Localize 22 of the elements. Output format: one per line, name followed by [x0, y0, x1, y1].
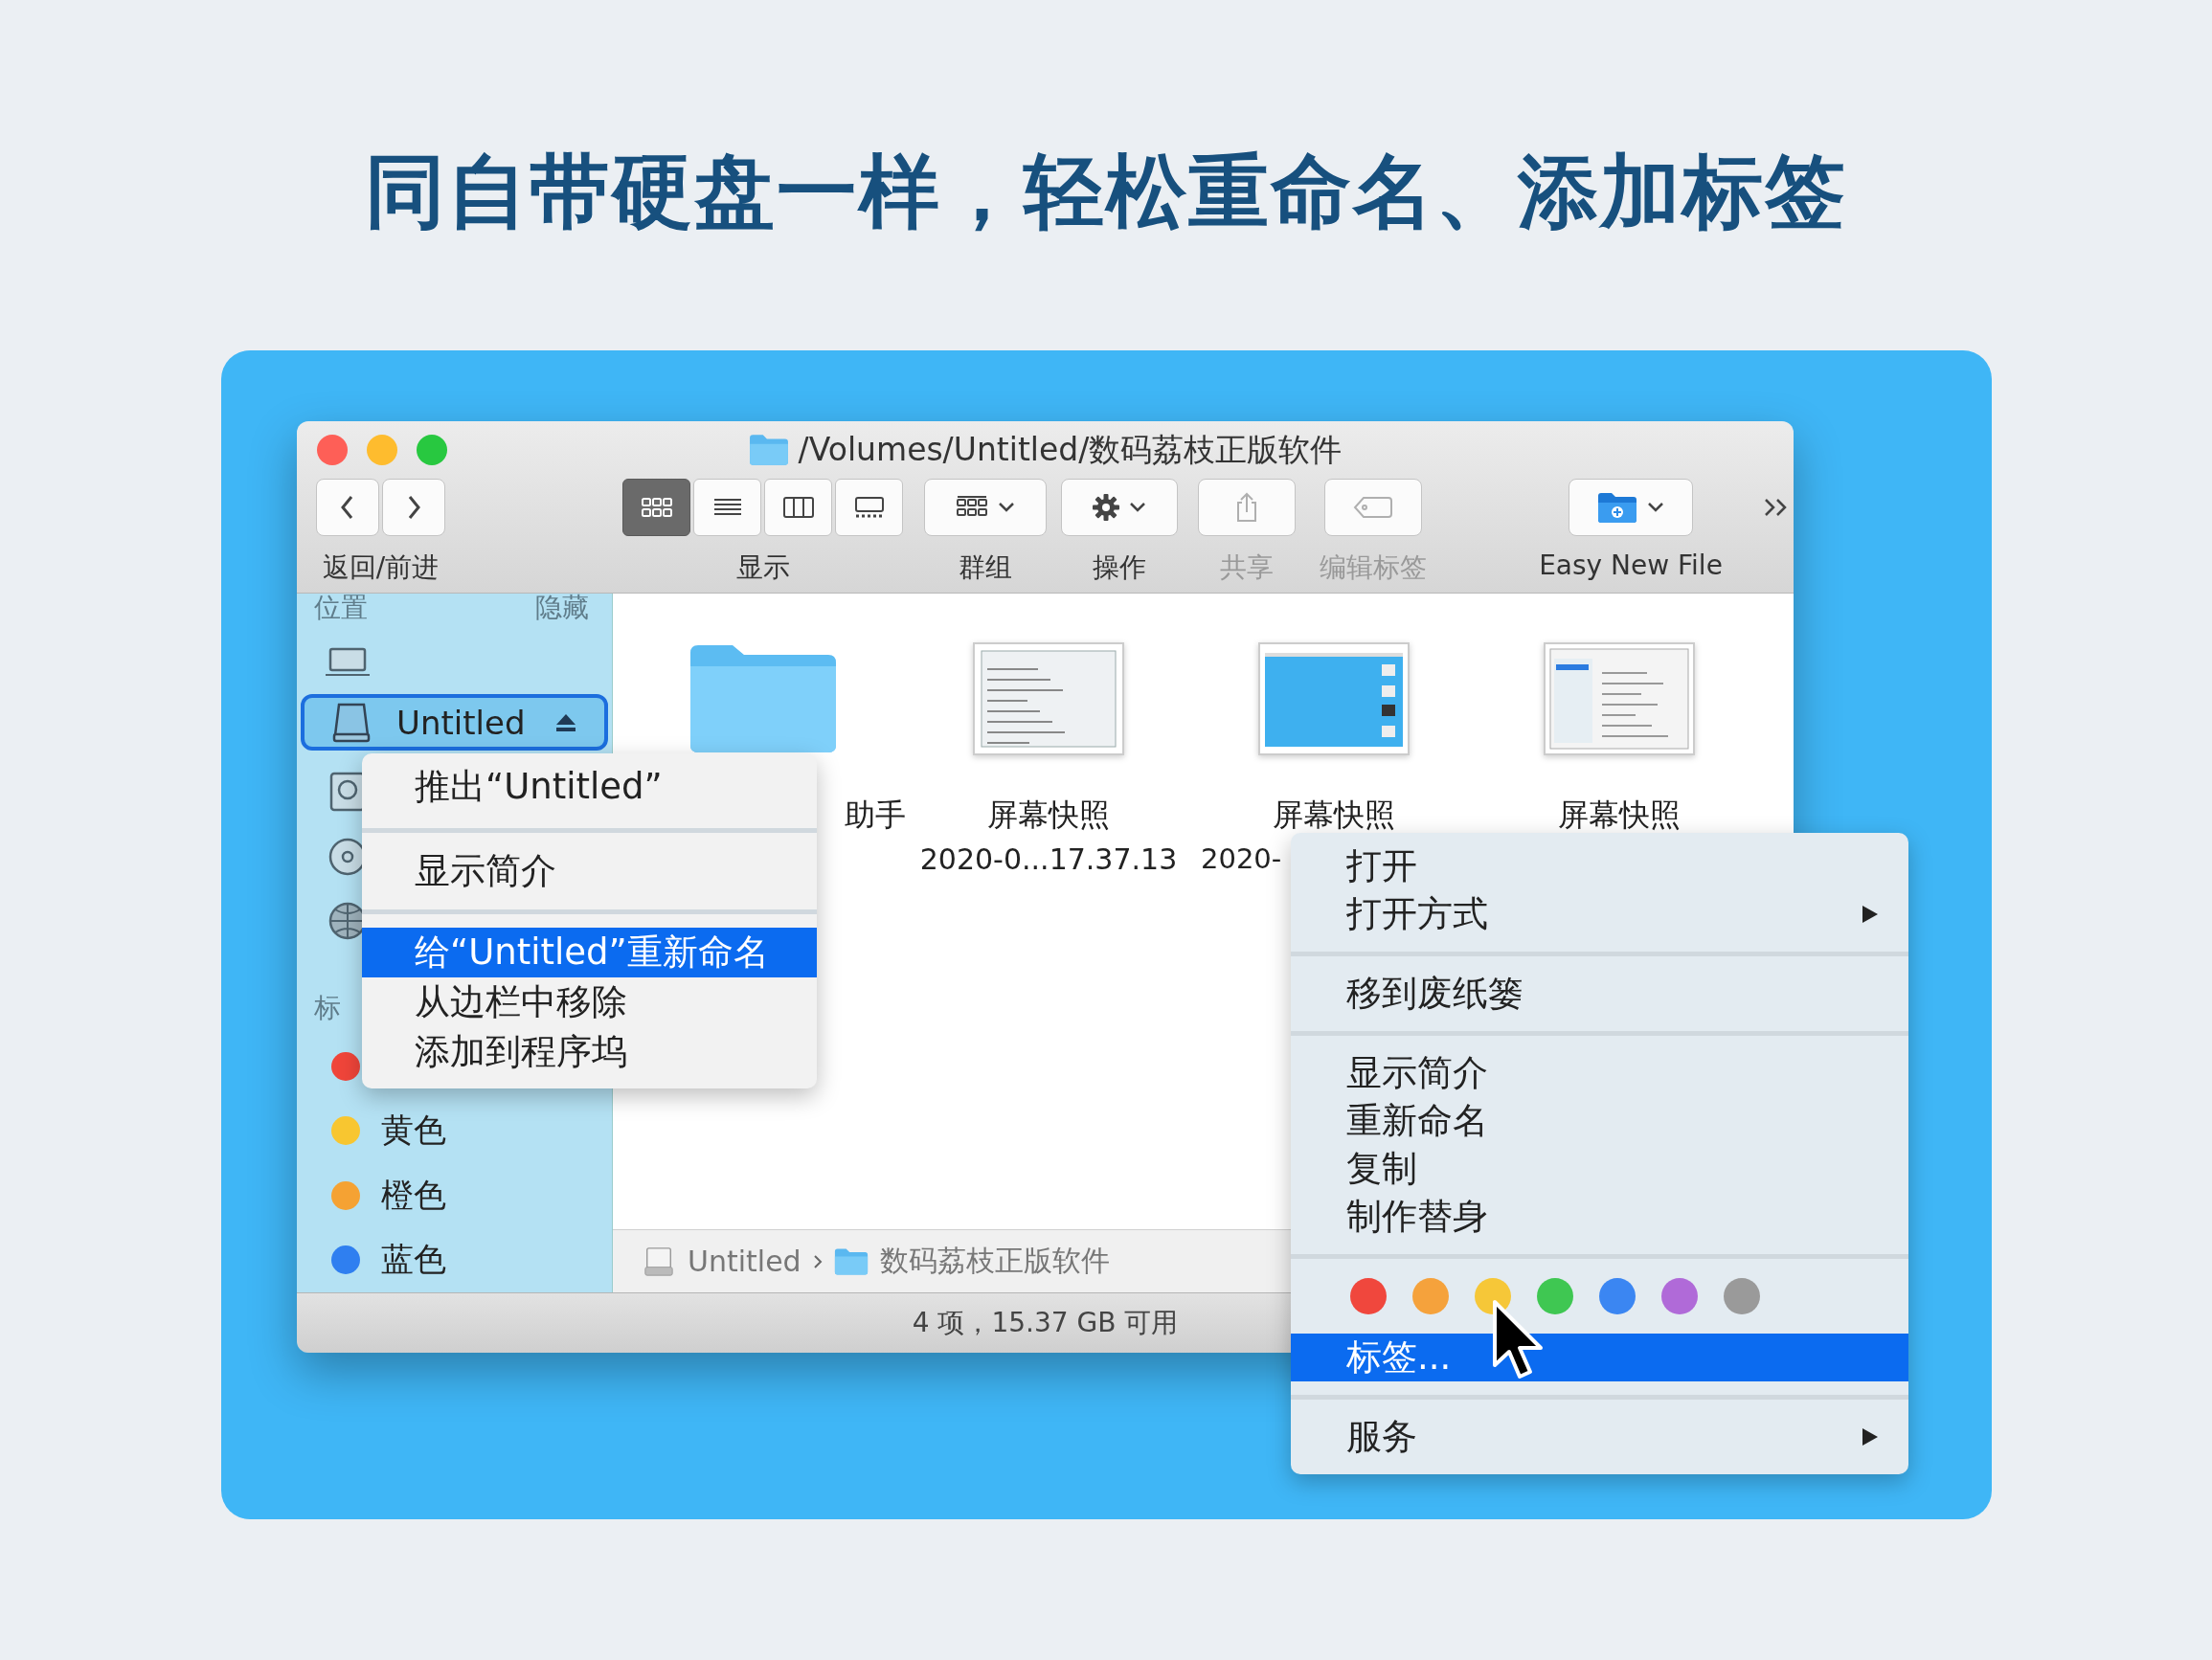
sidebar-label: 黄色: [381, 1110, 446, 1152]
window-title: /Volumes/Untitled/数码荔枝正版软件: [798, 429, 1343, 470]
file-date: 2020-0...17.37.13: [919, 842, 1178, 876]
section-title: 标: [314, 991, 341, 1026]
sidebar-label: Untitled: [396, 703, 526, 742]
file-name: 屏幕快照: [1558, 796, 1681, 835]
toolbar-label: 编辑标签: [1320, 550, 1427, 585]
section-title: 位置: [314, 591, 368, 625]
toolbar-label: Easy New File: [1539, 549, 1723, 581]
file-name: 助手: [845, 796, 906, 835]
sidebar-label: 蓝色: [381, 1239, 446, 1281]
file-name: 屏幕快照: [1273, 796, 1395, 835]
headline: 同自带硬盘一样，轻松重命名、添加标签: [365, 144, 1847, 240]
toolbar-label: 返回/前进: [322, 550, 440, 585]
sidebar-label: 橙色: [381, 1174, 446, 1216]
toolbar-label: 共享: [1220, 550, 1274, 585]
toolbar-label: 群组: [959, 550, 1012, 585]
file-name: 屏幕快照: [987, 796, 1110, 835]
toolbar-label: 显示: [735, 550, 790, 585]
file-date: 2020-: [1201, 842, 1282, 875]
status-text: 4 项，15.37 GB 可用: [912, 1306, 1179, 1340]
toolbar-label: 操作: [1093, 550, 1146, 585]
